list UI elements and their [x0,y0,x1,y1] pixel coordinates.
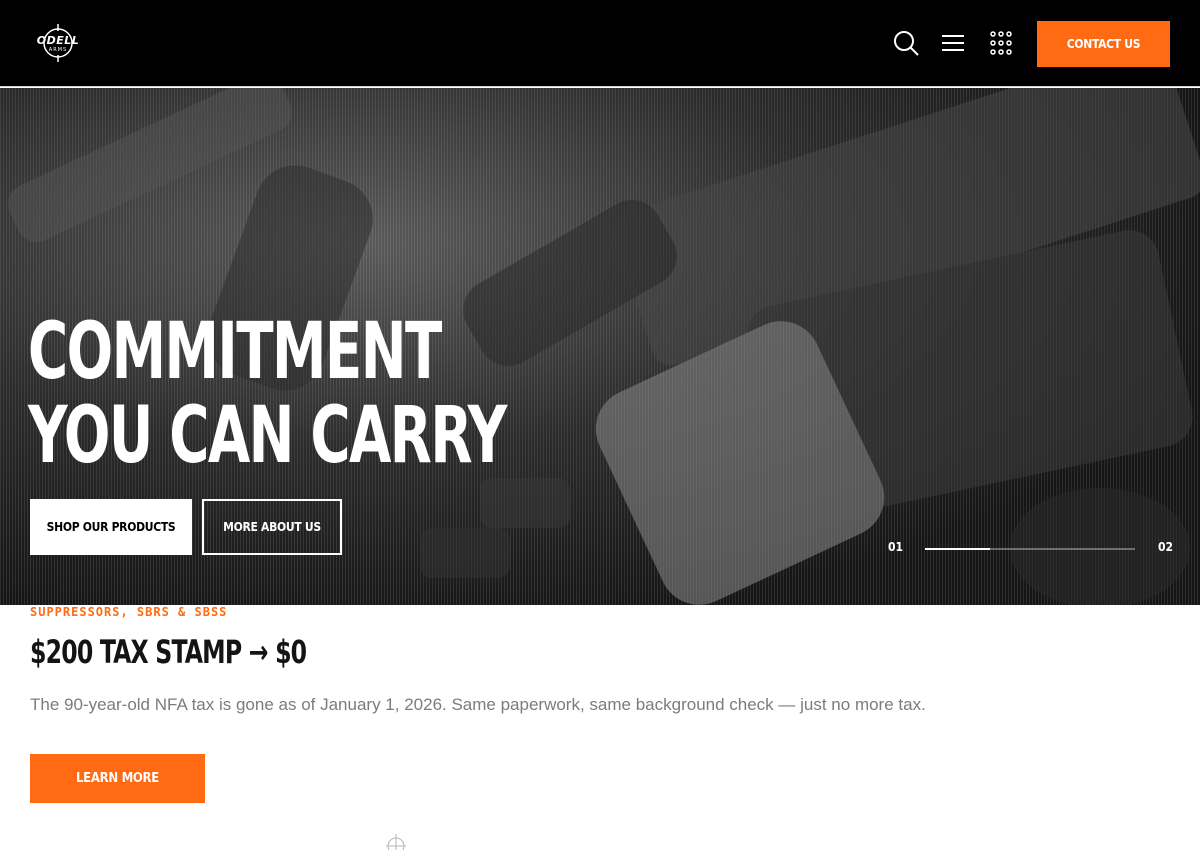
site-header: ODELL ARMS CONTACT US [0,0,1200,87]
hero-title: COMMITMENT YOU CAN CARRY [28,307,507,481]
contact-us-button[interactable]: CONTACT US [1037,21,1170,67]
promo-eyebrow: SUPPRESSORS, SBRS & SBSS [30,605,228,619]
slide-progress-track[interactable] [925,548,1135,550]
learn-more-button[interactable]: LEARN MORE [30,754,205,803]
apps-grid-icon[interactable] [988,30,1014,56]
slide-progress-fill [925,548,991,550]
hamburger-menu-icon[interactable] [940,30,966,56]
logo-subtext: ARMS [48,47,68,53]
odell-arms-logo[interactable]: ODELL ARMS [30,24,86,62]
promo-description: The 90-year-old NFA tax is gone as of Ja… [30,695,926,714]
logo-wordmark: ODELL [36,34,80,47]
more-about-us-button[interactable]: MORE ABOUT US [202,499,342,555]
slide-current-number: 01 [888,540,904,554]
promo-title: $200 TAX STAMP → $0 [30,633,307,671]
hero-banner: COMMITMENT YOU CAN CARRY SHOP OUR PRODUC… [0,88,1200,605]
hero-title-line1: COMMITMENT [28,307,442,397]
slide-total-number: 02 [1158,540,1174,554]
crosshair-icon [384,832,408,850]
hero-title-line2: YOU CAN CARRY [28,391,507,481]
shop-our-products-button[interactable]: SHOP OUR PRODUCTS [30,499,192,555]
search-icon[interactable] [893,30,919,56]
